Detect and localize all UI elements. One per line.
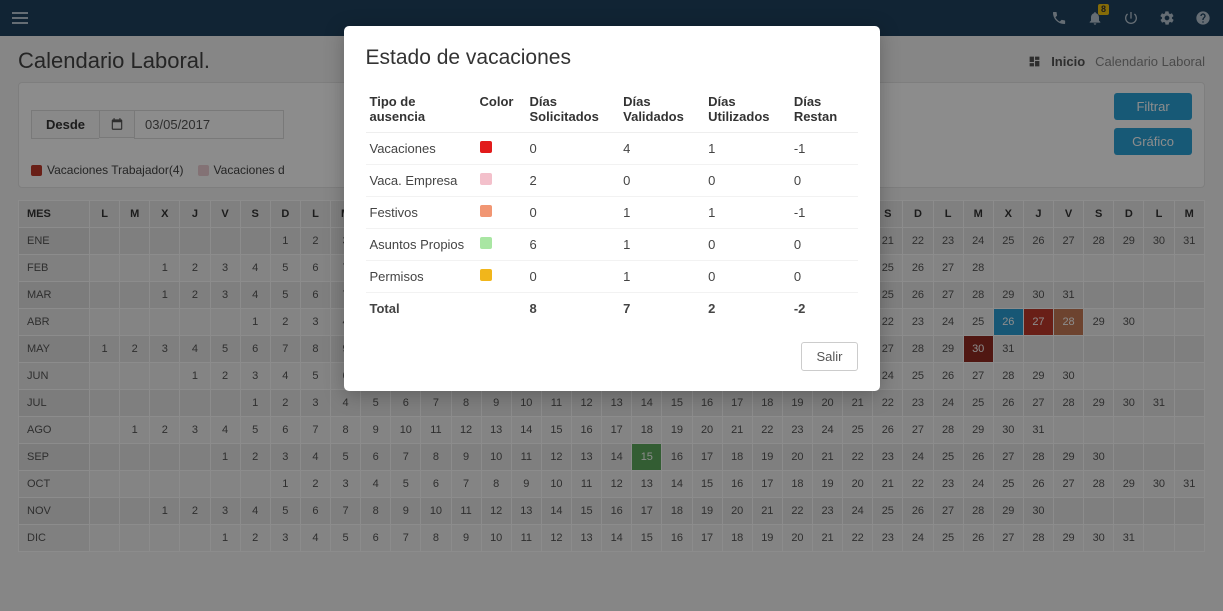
modal-total-cell: 8: [526, 293, 620, 325]
modal-cell: 4: [619, 133, 704, 165]
modal-cell: 1: [704, 133, 790, 165]
modal-cell: 6: [526, 229, 620, 261]
modal-cell: Asuntos Propios: [366, 229, 476, 261]
modal-cell: 0: [790, 229, 858, 261]
modal-total-cell: 2: [704, 293, 790, 325]
modal-cell: Permisos: [366, 261, 476, 293]
modal-column-header: Días Validados: [619, 88, 704, 133]
modal-cell: 1: [619, 261, 704, 293]
modal-cell: -1: [790, 197, 858, 229]
modal-cell: 0: [526, 197, 620, 229]
modal-cell: [476, 165, 526, 197]
modal-cell: -1: [790, 133, 858, 165]
modal-cell: [476, 197, 526, 229]
exit-button[interactable]: Salir: [801, 342, 857, 371]
modal-cell: Vaca. Empresa: [366, 165, 476, 197]
modal-overlay: Estado de vacaciones Tipo de ausenciaCol…: [0, 0, 1223, 611]
modal-cell: 1: [704, 197, 790, 229]
modal-title: Estado de vacaciones: [366, 46, 858, 70]
modal-cell: 0: [704, 229, 790, 261]
modal-cell: 0: [790, 261, 858, 293]
modal-cell: 0: [526, 261, 620, 293]
color-swatch: [480, 269, 492, 281]
modal-total-cell: -2: [790, 293, 858, 325]
modal-cell: 0: [619, 165, 704, 197]
modal-column-header: Días Utilizados: [704, 88, 790, 133]
modal-cell: [476, 229, 526, 261]
modal-cell: 2: [526, 165, 620, 197]
modal-cell: Vacaciones: [366, 133, 476, 165]
modal-cell: 0: [790, 165, 858, 197]
modal-cell: 1: [619, 197, 704, 229]
modal-cell: Festivos: [366, 197, 476, 229]
modal-table: Tipo de ausenciaColorDías SolicitadosDía…: [366, 88, 858, 324]
color-swatch: [480, 205, 492, 217]
modal-column-header: Días Solicitados: [526, 88, 620, 133]
modal-total-cell: Total: [366, 293, 476, 325]
modal-total-cell: [476, 293, 526, 325]
modal-cell: [476, 261, 526, 293]
modal-vacation-status: Estado de vacaciones Tipo de ausenciaCol…: [344, 26, 880, 391]
modal-column-header: Color: [476, 88, 526, 133]
modal-total-cell: 7: [619, 293, 704, 325]
modal-column-header: Días Restan: [790, 88, 858, 133]
modal-cell: [476, 133, 526, 165]
color-swatch: [480, 173, 492, 185]
modal-cell: 0: [704, 165, 790, 197]
modal-column-header: Tipo de ausencia: [366, 88, 476, 133]
color-swatch: [480, 141, 492, 153]
modal-cell: 0: [526, 133, 620, 165]
color-swatch: [480, 237, 492, 249]
modal-cell: 1: [619, 229, 704, 261]
modal-cell: 0: [704, 261, 790, 293]
